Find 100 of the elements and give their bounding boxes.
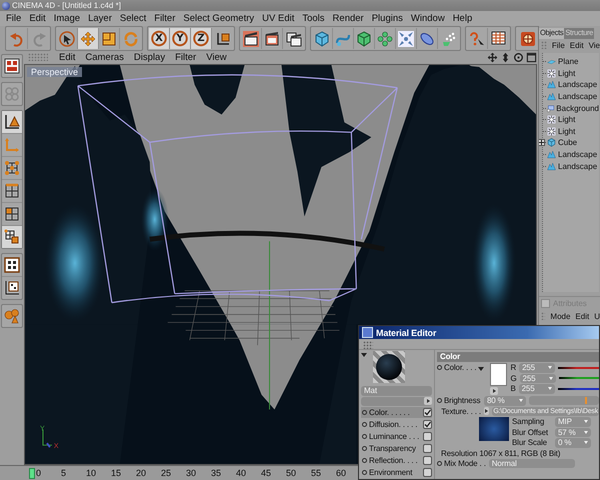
grip-handle[interactable] [541,312,546,320]
frame-tick-label: 0 [36,468,42,478]
frame-tick-label: 50 [286,468,298,478]
expand-icon[interactable] [539,139,545,146]
color-slider-track[interactable] [558,388,599,390]
checkbox[interactable] [423,432,432,441]
slider-track[interactable] [529,396,599,406]
rotate-icon[interactable] [513,52,524,62]
menu-item[interactable]: Window [406,13,449,24]
dropdown-field[interactable] [361,397,432,406]
panel-menu-item[interactable]: Vie [588,40,600,50]
object-name[interactable]: Light [558,115,576,124]
view-menu-item[interactable]: Filter [170,52,202,62]
channel-item[interactable]: Diffusion. . . . . [361,419,432,430]
cube-icon [314,30,330,46]
dropdown-arrow-icon[interactable] [478,366,484,370]
menu-item[interactable]: Select [116,13,150,24]
particles-icon [440,30,456,46]
field-label: Color. . . . [444,363,476,372]
expand-button[interactable] [484,407,490,416]
object-name[interactable]: Light [558,126,576,136]
points-icon [4,160,20,176]
object-name[interactable]: Cube [558,138,578,148]
channel-item[interactable]: Transparency [361,443,432,454]
color-slider-track[interactable] [558,377,599,380]
move-icon[interactable] [487,52,498,62]
channel-item[interactable]: Luminance . . . [361,431,432,442]
tool-button[interactable] [2,226,22,248]
object-name[interactable]: Landscape [558,162,598,171]
object-name[interactable]: Landscape [558,80,598,90]
checkbox[interactable] [423,468,432,477]
object-name[interactable]: Background [556,104,599,113]
menu-item[interactable]: Select Geometry [179,13,258,24]
material-preview [373,351,405,383]
menu-item[interactable]: Help [448,13,476,24]
playhead[interactable] [29,468,35,478]
checkbox[interactable] [423,456,432,465]
color-slider-track[interactable] [558,366,599,369]
menu-item[interactable]: Image [50,13,84,24]
frame-tick-label: 10 [86,468,98,478]
spinner-icon[interactable] [584,430,588,434]
menu-item[interactable]: Layer [84,13,116,24]
panel-menu-item[interactable]: Edit [575,312,590,320]
channel-item[interactable]: Color. . . . . . [361,407,432,418]
object-name[interactable]: Landscape [558,92,598,102]
spinner-icon[interactable] [519,399,523,402]
edges-icon [4,183,20,199]
zoom-arrows-icon[interactable] [500,52,511,62]
view-menu-item[interactable]: Edit [54,52,80,62]
checkbox[interactable] [423,420,432,429]
coordinate-system-icon [214,30,230,46]
spinner-icon[interactable] [548,387,552,390]
maximize-icon[interactable] [526,52,537,62]
panel-menu-item[interactable]: Mode [550,312,570,320]
spinner-icon[interactable] [548,366,552,370]
field-label: Blur Scale [512,438,548,448]
panel-menu-item[interactable]: File [552,40,565,50]
object-name[interactable]: Landscape [558,150,598,160]
tool-button[interactable] [241,28,262,49]
menu-item[interactable]: Render [328,13,368,24]
panel-menu-item[interactable]: Edit [570,40,584,50]
view-menu-item[interactable]: View [201,52,232,62]
polygons-icon [4,206,20,222]
frame-tick-label: 20 [136,468,148,478]
spinner-icon[interactable] [584,441,588,444]
expand-button[interactable] [490,387,498,395]
axis-lock-button[interactable]: Y [170,28,191,49]
axis-lock-button[interactable]: X [149,28,170,49]
channel-letter: R [510,363,516,372]
color-swatch[interactable] [490,363,508,386]
window-icon [362,327,373,338]
tool-button[interactable] [2,111,22,134]
object-name[interactable]: Plane [558,57,578,66]
menu-item[interactable]: UV Edit [258,13,298,24]
frame-tick-label: 55 [311,468,322,478]
menu-item[interactable]: Edit [25,13,50,24]
view-menu-item[interactable]: Cameras [80,52,129,62]
menu-item[interactable]: File [2,13,26,24]
dropdown-arrow-icon[interactable] [361,353,367,357]
panel-menu-item[interactable]: U [594,312,600,320]
axis-lock-button[interactable]: Z [191,28,212,49]
object-name[interactable]: Light [558,68,576,78]
menu-item[interactable]: Tools [298,13,329,24]
menu-item[interactable]: Filter [150,13,180,24]
resolution-text: Resolution 1067 x 811, RGB (8 Bit) [441,448,560,458]
checkbox[interactable] [423,408,432,417]
channel-item[interactable]: Environment [361,467,432,478]
grip-handle[interactable] [541,41,547,49]
spinner-icon[interactable] [548,376,553,380]
frame-tick-label: 30 [186,468,198,478]
flower-icon [377,30,393,46]
checkbox[interactable] [423,444,432,453]
menu-item[interactable]: Plugins [368,13,407,24]
app-logo-icon [2,2,10,10]
light-icon [547,115,556,124]
grip-handle[interactable] [363,341,373,349]
channel-item[interactable]: Reflection. . . . [361,455,432,466]
grip-handle[interactable] [28,53,48,61]
light-icon [547,126,556,136]
view-menu-item[interactable]: Display [128,52,170,62]
